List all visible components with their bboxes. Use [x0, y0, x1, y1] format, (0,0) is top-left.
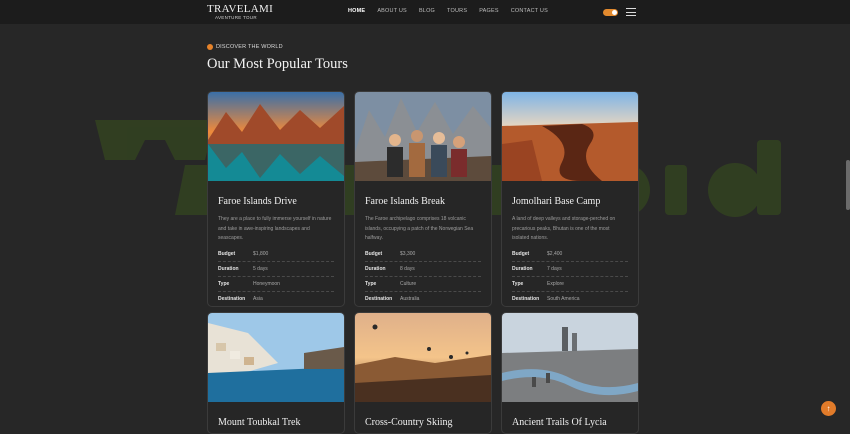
- arrow-up-icon: ↑: [826, 403, 831, 413]
- toggle-knob: [612, 10, 617, 15]
- tour-title[interactable]: Faroe Islands Drive: [218, 196, 344, 207]
- tour-description: The Faroe archipelago comprises 18 volca…: [365, 216, 474, 241]
- tour-description: They are a place to fully immerse yourse…: [218, 216, 332, 241]
- section-title: Our Most Popular Tours: [207, 56, 348, 72]
- destination-label: Destination: [218, 296, 246, 302]
- tour-image-balloons[interactable]: [355, 313, 491, 402]
- budget-value: $3,300: [400, 251, 416, 257]
- budget-label: Budget: [218, 251, 236, 257]
- destination-value: Australia: [400, 296, 420, 302]
- top-navbar: TRAVELAMI AVENTURE TOUR HOME ABOUT US BL…: [0, 0, 850, 24]
- type-label: Type: [512, 281, 524, 287]
- main-nav: HOME ABOUT US BLOG TOURS PAGES CONTACT U…: [348, 8, 548, 14]
- compass-icon: [207, 44, 213, 50]
- tour-image-canyon[interactable]: [502, 92, 638, 181]
- tour-card[interactable]: Ancient Trails Of Lycia: [501, 312, 639, 434]
- nav-pages[interactable]: PAGES: [479, 8, 499, 14]
- destination-label: Destination: [512, 296, 540, 302]
- duration-value: 8 days: [400, 266, 415, 272]
- section-eyebrow: DISCOVER THE WORLD: [207, 44, 283, 50]
- nav-tours[interactable]: TOURS: [447, 8, 467, 14]
- budget-label: Budget: [512, 251, 530, 257]
- duration-label: Duration: [512, 266, 533, 272]
- tour-details: Budget $2,400 Duration 7 days Type Explore …: [512, 247, 628, 306]
- destination-value: Asia: [253, 296, 263, 302]
- tour-card[interactable]: Faroe Islands Drive They are a place to …: [207, 91, 345, 307]
- type-label: Type: [218, 281, 230, 287]
- tour-title[interactable]: Cross-Country Skiing: [365, 417, 491, 428]
- scroll-to-top-button[interactable]: ↑: [821, 401, 836, 416]
- page-scrollbar[interactable]: [846, 160, 850, 210]
- duration-value: 5 days: [253, 266, 268, 272]
- tour-title[interactable]: Faroe Islands Break: [365, 196, 491, 207]
- type-value: Honeymoon: [253, 281, 280, 287]
- tour-card[interactable]: Faroe Islands Break The Faroe archipelag…: [354, 91, 492, 307]
- tour-card[interactable]: Cross-Country Skiing: [354, 312, 492, 434]
- tour-title[interactable]: Jomolhari Base Camp: [512, 196, 638, 207]
- type-value: Culture: [400, 281, 417, 287]
- tour-title[interactable]: Ancient Trails Of Lycia: [512, 417, 638, 428]
- eyebrow-text: DISCOVER THE WORLD: [216, 44, 283, 50]
- nav-home[interactable]: HOME: [348, 8, 365, 14]
- nav-blog[interactable]: BLOG: [419, 8, 435, 14]
- brand-name: TRAVELAMI: [207, 3, 274, 15]
- site-logo[interactable]: TRAVELAMI AVENTURE TOUR: [207, 4, 273, 21]
- destination-label: Destination: [365, 296, 393, 302]
- tour-card[interactable]: Mount Toubkal Trek: [207, 312, 345, 434]
- nav-contact-us[interactable]: CONTACT US: [511, 8, 548, 14]
- budget-label: Budget: [365, 251, 383, 257]
- tour-image-city[interactable]: [502, 313, 638, 402]
- brand-tagline: AVENTURE TOUR: [215, 15, 257, 20]
- tour-card[interactable]: Jomolhari Base Camp A land of deep valle…: [501, 91, 639, 307]
- type-label: Type: [365, 281, 377, 287]
- tour-details: Budget $3,300 Duration 8 days Type Culture …: [365, 247, 481, 306]
- budget-value: $1,800: [253, 251, 269, 257]
- destination-value: South America: [547, 296, 580, 302]
- tour-image-coastal-town[interactable]: [208, 313, 344, 402]
- hamburger-menu-icon[interactable]: [626, 8, 636, 19]
- theme-toggle[interactable]: [603, 9, 618, 16]
- duration-label: Duration: [365, 266, 386, 272]
- type-value: Explore: [547, 281, 564, 287]
- tour-title[interactable]: Mount Toubkal Trek: [218, 417, 344, 428]
- budget-value: $2,400: [547, 251, 563, 257]
- duration-value: 7 days: [547, 266, 562, 272]
- duration-label: Duration: [218, 266, 239, 272]
- tour-image-lake[interactable]: [208, 92, 344, 181]
- nav-about-us[interactable]: ABOUT US: [377, 8, 407, 14]
- tour-description: A land of deep valleys and storage-perch…: [512, 216, 616, 241]
- tour-image-hikers[interactable]: [355, 92, 491, 181]
- tour-details: Budget $1,800 Duration 5 days Type Honeymoo…: [218, 247, 334, 306]
